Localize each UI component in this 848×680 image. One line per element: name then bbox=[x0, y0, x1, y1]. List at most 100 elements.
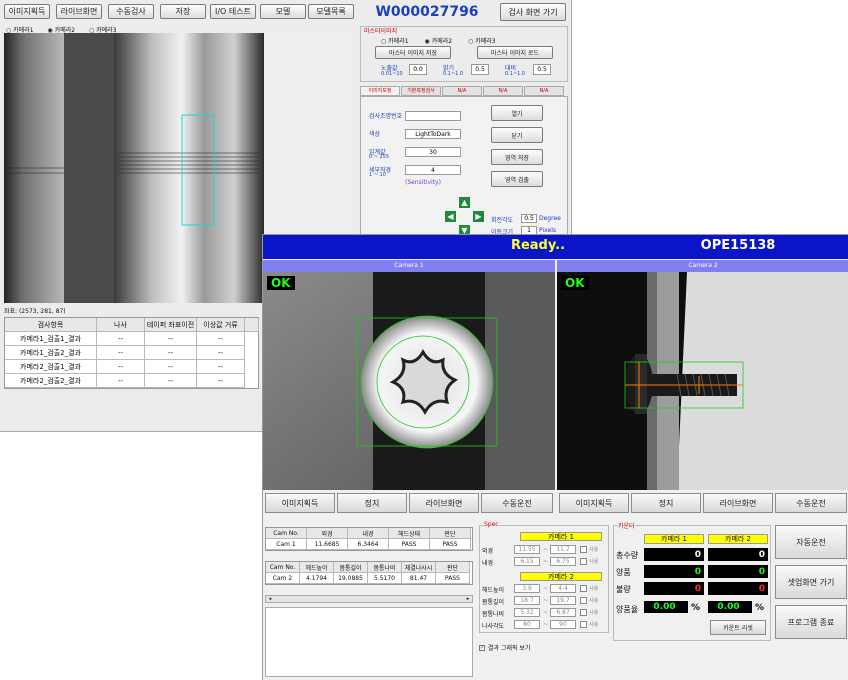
form-input[interactable] bbox=[405, 111, 461, 121]
camera1-view[interactable]: OK bbox=[263, 272, 555, 490]
counter-cam1-value: 0 bbox=[644, 582, 704, 595]
form-range: 0 ~ 255 bbox=[369, 154, 390, 160]
form-input[interactable]: 4 bbox=[405, 165, 461, 175]
side-button-1[interactable]: 닫기 bbox=[491, 127, 543, 143]
master-radio-2[interactable]: ◉ 카메라2 bbox=[425, 36, 453, 45]
tab-2[interactable]: N/A bbox=[442, 86, 482, 96]
cam2-acquire-button[interactable]: 이미지획득 bbox=[559, 493, 629, 513]
yield-cam1-pct: % bbox=[691, 603, 701, 613]
toolbar-io-test-button[interactable]: I/O 테스트 bbox=[210, 4, 256, 19]
master-radio-3[interactable]: ○ 카메라3 bbox=[468, 36, 496, 45]
spec-use-checkbox[interactable] bbox=[580, 597, 587, 604]
camera2-view[interactable]: OK bbox=[557, 272, 848, 490]
grid-cell: PASS bbox=[430, 539, 471, 550]
counter-label: 양품 bbox=[616, 568, 631, 577]
cam2-manual-button[interactable]: 수동운전 bbox=[775, 493, 847, 513]
table-header: 테이퍼 좌표이전 bbox=[145, 318, 197, 332]
scroll-left-icon[interactable]: ◂ bbox=[266, 596, 274, 602]
tab-4[interactable]: N/A bbox=[524, 86, 564, 96]
counter-cam2-value: 0 bbox=[708, 548, 768, 561]
param-input[interactable]: 0.5 bbox=[471, 64, 489, 75]
spec-max-input[interactable]: 6.75 bbox=[550, 557, 576, 566]
show-graph-label: 결과 그래픽 보기 bbox=[488, 645, 531, 652]
spec-min-input[interactable]: 3.9 bbox=[514, 584, 540, 593]
spec-min-input[interactable]: 18.7 bbox=[514, 596, 540, 605]
spec-use-checkbox[interactable] bbox=[580, 609, 587, 616]
spec-min-input[interactable]: 5.32 bbox=[514, 608, 540, 617]
camera2-ok-badge: OK bbox=[561, 276, 589, 290]
cam1-acquire-button[interactable]: 이미지획득 bbox=[265, 493, 335, 513]
spec-max-input[interactable]: 19.7 bbox=[550, 596, 576, 605]
result-scrollbar[interactable]: ◂ ▸ bbox=[265, 595, 473, 603]
spec-max-input[interactable]: 6.87 bbox=[550, 608, 576, 617]
table-cell: -- bbox=[97, 346, 145, 360]
status-text: Ready.. bbox=[510, 238, 566, 253]
grid-header: 외경 bbox=[307, 528, 348, 539]
cam1-stop-button[interactable]: 정지 bbox=[337, 493, 407, 513]
exit-program-button[interactable]: 프로그램 종료 bbox=[775, 605, 847, 639]
master-radio-1[interactable]: ○ 카메라1 bbox=[381, 36, 409, 45]
table-cell: -- bbox=[145, 374, 197, 388]
move-unit: Degree bbox=[539, 215, 561, 222]
spec-group: Spec 카메라 1 외경 11.55 ~11.7 사용 내경 6.15 ~6.75 사용 카… bbox=[479, 521, 609, 633]
master-save-button[interactable]: 마스터 이미지 저장 bbox=[375, 46, 451, 59]
form-label: 색상 bbox=[369, 131, 381, 138]
spec-min-input[interactable]: 80 bbox=[514, 620, 540, 629]
toolbar-model-list-button[interactable]: 모델목록 bbox=[308, 4, 354, 19]
spec-use-label: 사용 bbox=[589, 559, 599, 565]
tab-1[interactable]: 기본측정검사 bbox=[401, 86, 441, 96]
toolbar-live-button[interactable]: 라이브화면 bbox=[56, 4, 102, 19]
show-graph-checkbox[interactable]: ✓ 결과 그래픽 보기 bbox=[479, 643, 530, 652]
counter-cam2-header: 카메라 2 bbox=[708, 534, 768, 544]
arrow-right-icon[interactable]: ▶ bbox=[473, 211, 484, 222]
spec-dash: ~ bbox=[543, 609, 549, 616]
toolbar-manual-inspect-button[interactable]: 수동검사 bbox=[108, 4, 154, 19]
spec-min-input[interactable]: 11.55 bbox=[514, 545, 540, 554]
move-input[interactable]: 0.5 bbox=[521, 214, 537, 223]
grid-cell: PASS bbox=[389, 539, 430, 550]
counter-cam2-value: 0 bbox=[708, 582, 768, 595]
counter-cam1-value: 0 bbox=[644, 548, 704, 561]
form-input[interactable]: 30 bbox=[405, 147, 461, 157]
table-header: 이상값 거류 bbox=[197, 318, 245, 332]
toolbar-model-button[interactable]: 모델 bbox=[260, 4, 306, 19]
cam2-live-button[interactable]: 라이브화면 bbox=[703, 493, 773, 513]
go-inspection-button[interactable]: 검사 화면 가기 bbox=[500, 3, 566, 21]
counter-cam1-value: 0 bbox=[644, 565, 704, 578]
spec-max-input[interactable]: 90 bbox=[550, 620, 576, 629]
arrow-left-icon[interactable]: ◀ bbox=[445, 211, 456, 222]
side-button-2[interactable]: 영역 저장 bbox=[491, 149, 543, 165]
spec-max-input[interactable]: 11.7 bbox=[550, 545, 576, 554]
tab-3[interactable]: N/A bbox=[483, 86, 523, 96]
spec-use-checkbox[interactable] bbox=[580, 558, 587, 565]
spec-use-checkbox[interactable] bbox=[580, 546, 587, 553]
spec-use-checkbox[interactable] bbox=[580, 621, 587, 628]
arrow-up-icon[interactable]: ▲ bbox=[459, 197, 470, 208]
side-button-3[interactable]: 영역 검출 bbox=[491, 171, 543, 187]
param-input[interactable]: 0.0 bbox=[409, 64, 427, 75]
auto-run-button[interactable]: 자동운전 bbox=[775, 525, 847, 559]
spec-use-checkbox[interactable] bbox=[580, 585, 587, 592]
spec-min-input[interactable]: 6.15 bbox=[514, 557, 540, 566]
grid-header: 내경 bbox=[348, 528, 389, 539]
cam1-manual-button[interactable]: 수동운전 bbox=[481, 493, 553, 513]
form-input[interactable]: LightToDark bbox=[405, 129, 461, 139]
table-cell: -- bbox=[197, 332, 245, 346]
param-input[interactable]: 0.5 bbox=[533, 64, 551, 75]
side-button-0[interactable]: 열기 bbox=[491, 105, 543, 121]
spec-use-label: 사용 bbox=[589, 598, 599, 604]
cam2-stop-button[interactable]: 정지 bbox=[631, 493, 701, 513]
setup-screen-button[interactable]: 셋업화면 가기 bbox=[775, 565, 847, 599]
count-reset-button[interactable]: 카운트 리셋 bbox=[710, 620, 766, 635]
grid-cell: 19.0885 bbox=[334, 573, 368, 584]
model-id: W000027796 bbox=[375, 4, 479, 20]
spec-max-input[interactable]: 4.4 bbox=[550, 584, 576, 593]
status-bar: Ready.. OPE15138 bbox=[263, 235, 848, 259]
tab-0[interactable]: 이미지보정 bbox=[360, 86, 400, 96]
cam1-live-button[interactable]: 라이브화면 bbox=[409, 493, 479, 513]
toolbar-save-button[interactable]: 저장 bbox=[160, 4, 206, 19]
yield-cam2: 0.00 bbox=[708, 601, 752, 613]
scroll-right-icon[interactable]: ▸ bbox=[464, 596, 472, 602]
master-load-button[interactable]: 마스터 이미지 로드 bbox=[477, 46, 553, 59]
toolbar-acquire-button[interactable]: 이미지획득 bbox=[4, 4, 50, 19]
